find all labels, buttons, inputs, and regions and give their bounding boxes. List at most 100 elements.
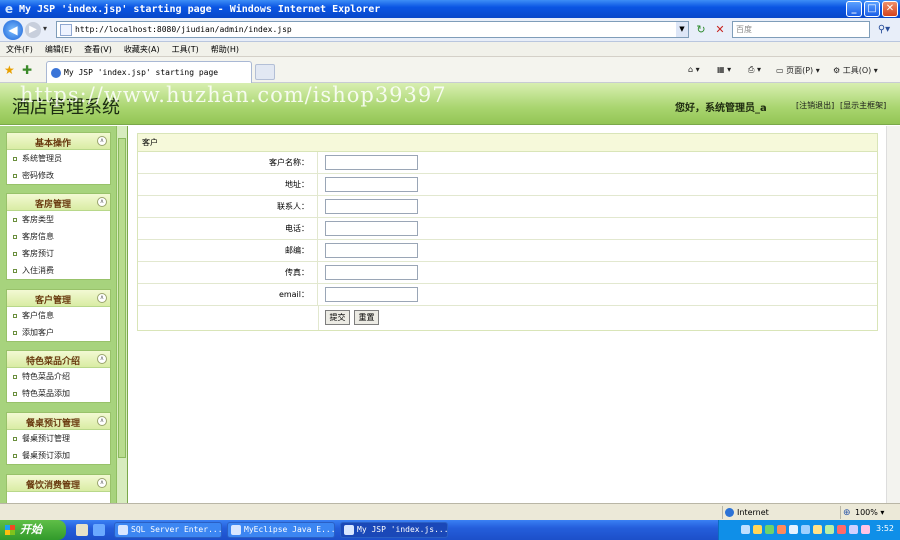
tray-input-icon[interactable] <box>789 525 798 534</box>
contact-input[interactable] <box>325 199 418 214</box>
task-myeclipse[interactable]: MyEclipse Java E... <box>227 522 335 538</box>
reset-button[interactable]: 重置 <box>354 310 379 325</box>
menu-help[interactable]: 帮助(H) <box>211 44 239 55</box>
task-sql-server[interactable]: SQL Server Enter... <box>114 522 222 538</box>
refresh-icon: ↻ <box>696 23 706 36</box>
phone-input[interactable] <box>325 221 418 236</box>
bullet-icon <box>13 234 17 239</box>
tray-messenger-icon[interactable] <box>753 525 762 534</box>
zoom-control[interactable]: ⊕ 100% ▾ <box>840 506 884 519</box>
url-text[interactable]: http://localhost:8080/jiudian/admin/inde… <box>75 25 676 34</box>
sidebar-item-customer-info[interactable]: 客户信息 <box>7 307 110 324</box>
add-favorite-icon[interactable]: ✚ <box>22 63 32 77</box>
menu-group-dining: 餐饮消费管理 ∧ <box>6 474 111 503</box>
sidebar-item-checkin[interactable]: 入住消费 <box>7 262 110 279</box>
tray-volume-icon[interactable] <box>765 525 774 534</box>
email-input[interactable] <box>325 287 418 302</box>
task-ie[interactable]: My JSP 'index.js... <box>340 522 448 538</box>
sidebar-item-table-booking-add[interactable]: 餐桌预订添加 <box>7 447 110 464</box>
zip-input[interactable] <box>325 243 418 258</box>
print-icon[interactable]: ⎙ ▾ <box>748 65 761 75</box>
show-desktop-icon[interactable] <box>76 524 88 536</box>
close-button[interactable]: ✕ <box>882 1 898 17</box>
windows-logo-icon <box>5 525 15 535</box>
tray-misc-icon[interactable] <box>849 525 858 534</box>
tray-app-icon[interactable] <box>825 525 834 534</box>
maximize-button[interactable]: □ <box>864 1 880 17</box>
tray-alert-icon[interactable] <box>837 525 846 534</box>
start-button[interactable]: 开始 <box>0 520 66 540</box>
collapse-icon[interactable]: ∧ <box>97 293 107 303</box>
sidebar-item-table-booking[interactable]: 餐桌预订管理 <box>7 430 110 447</box>
address-toolbar: ◀ ▶ ▾ http://localhost:8080/jiudian/admi… <box>0 18 900 42</box>
sidebar-scroll-thumb[interactable] <box>118 138 126 458</box>
collapse-icon[interactable]: ∧ <box>97 416 107 426</box>
new-tab-button[interactable] <box>255 64 275 80</box>
form-row-fax: 传真： <box>138 262 877 284</box>
tray-update-icon[interactable] <box>801 525 810 534</box>
tab-active[interactable]: My JSP 'index.jsp' starting page <box>46 61 252 83</box>
group-header[interactable]: 餐饮消费管理 ∧ <box>7 475 110 492</box>
submit-button[interactable]: 提交 <box>325 310 350 325</box>
search-input[interactable]: 百度 <box>732 21 870 38</box>
sidebar-item-room-types[interactable]: 客房类型 <box>7 211 110 228</box>
bullet-icon <box>13 436 17 441</box>
bullet-icon <box>13 391 17 396</box>
tray-network-icon[interactable] <box>741 525 750 534</box>
refresh-button[interactable]: ↻ <box>693 22 709 38</box>
home-icon[interactable]: ⌂ ▾ <box>688 65 700 74</box>
menu-file[interactable]: 文件(F) <box>6 44 33 55</box>
menu-edit[interactable]: 编辑(E) <box>45 44 72 55</box>
tray-antivirus-icon[interactable] <box>813 525 822 534</box>
bullet-icon <box>13 251 17 256</box>
forward-button[interactable]: ▶ <box>25 22 41 38</box>
sidebar-item-password[interactable]: 密码修改 <box>7 167 110 184</box>
ie-quicklaunch-icon[interactable] <box>93 524 105 536</box>
favorites-star-icon[interactable]: ★ <box>4 63 15 77</box>
field-label: 地址： <box>138 174 318 195</box>
customer-name-input[interactable] <box>325 155 418 170</box>
tray-extra-icon[interactable] <box>861 525 870 534</box>
task-label: SQL Server Enter... <box>131 525 222 534</box>
tray-security-icon[interactable] <box>777 525 786 534</box>
home-frame-link[interactable]: [显示主框架] <box>840 100 886 111</box>
group-header[interactable]: 基本操作 ∧ <box>7 133 110 150</box>
menu-view[interactable]: 查看(V) <box>84 44 112 55</box>
search-icon: ⚲▾ <box>877 24 891 35</box>
collapse-icon[interactable]: ∧ <box>97 354 107 364</box>
minimize-button[interactable]: _ <box>846 1 862 17</box>
menu-favorites[interactable]: 收藏夹(A) <box>124 44 160 55</box>
group-header[interactable]: 客户管理 ∧ <box>7 290 110 307</box>
page-menu[interactable]: ▭ 页面(P) ▾ <box>776 65 820 76</box>
collapse-icon[interactable]: ∧ <box>97 136 107 146</box>
content-scrollbar[interactable] <box>886 126 900 503</box>
window-titlebar: e My JSP 'index.jsp' starting page - Win… <box>0 0 900 18</box>
sidebar-item-room-info[interactable]: 客房信息 <box>7 228 110 245</box>
back-button[interactable]: ◀ <box>3 20 23 40</box>
sidebar-item-dish-add[interactable]: 特色菜品添加 <box>7 385 110 402</box>
stop-icon: ✕ <box>715 23 725 36</box>
feeds-icon[interactable]: ▦ ▾ <box>717 65 731 74</box>
logout-link[interactable]: [注销退出] <box>796 100 834 111</box>
sidebar-item-add-customer[interactable]: 添加客户 <box>7 324 110 341</box>
sidebar-item-dish-intro[interactable]: 特色菜品介绍 <box>7 368 110 385</box>
group-header[interactable]: 餐桌预订管理 ∧ <box>7 413 110 430</box>
search-button[interactable]: ⚲▾ <box>872 22 896 37</box>
form-row-address: 地址： <box>138 174 877 196</box>
chevron-down-icon[interactable]: ▼ <box>676 22 688 37</box>
address-bar[interactable]: http://localhost:8080/jiudian/admin/inde… <box>56 21 689 38</box>
system-tray: 3:52 <box>718 520 900 540</box>
collapse-icon[interactable]: ∧ <box>97 197 107 207</box>
group-header[interactable]: 客房管理 ∧ <box>7 194 110 211</box>
collapse-icon[interactable]: ∧ <box>97 478 107 488</box>
sidebar-item-admin[interactable]: 系统管理员 <box>7 150 110 167</box>
fax-input[interactable] <box>325 265 418 280</box>
history-dropdown[interactable]: ▾ <box>43 24 47 33</box>
sidebar-item-room-booking[interactable]: 客房预订 <box>7 245 110 262</box>
group-header[interactable]: 特色菜品介绍 ∧ <box>7 351 110 368</box>
sidebar-scrollbar[interactable] <box>116 126 127 503</box>
stop-button[interactable]: ✕ <box>712 22 728 38</box>
menu-tools[interactable]: 工具(T) <box>172 44 199 55</box>
address-input[interactable] <box>325 177 418 192</box>
tools-menu[interactable]: ⚙ 工具(O) ▾ <box>833 65 878 76</box>
